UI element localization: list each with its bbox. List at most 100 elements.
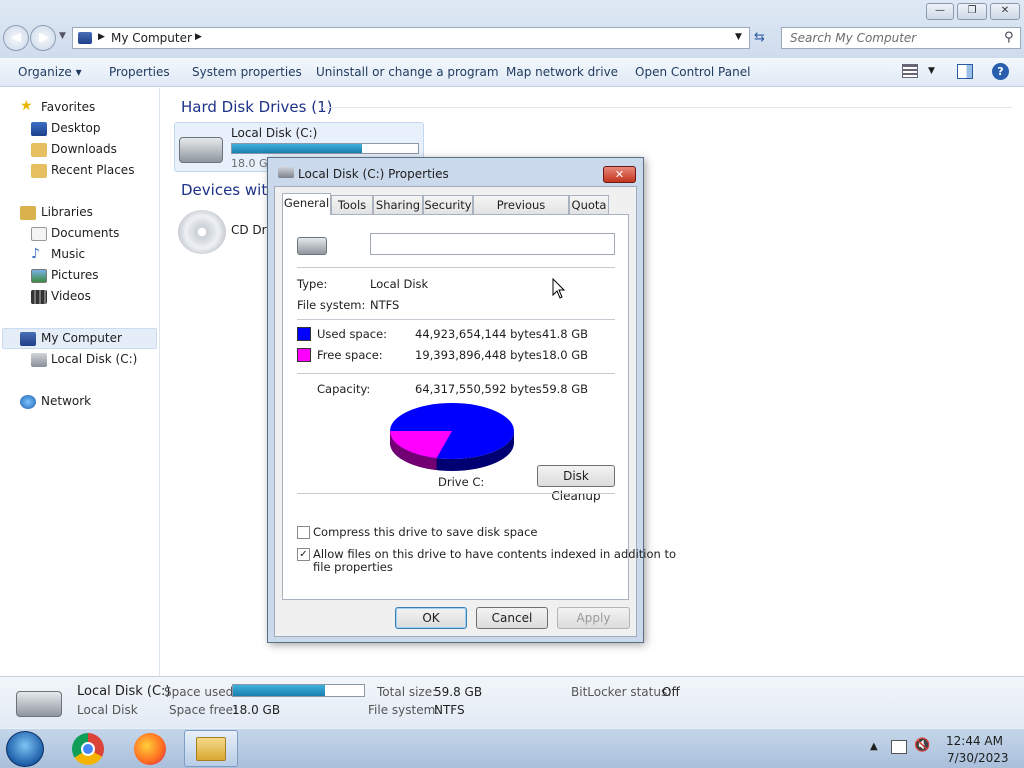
- clock-time[interactable]: 12:44 AM: [946, 734, 1003, 748]
- refresh-icon[interactable]: ⇆: [754, 30, 765, 45]
- firefox-icon[interactable]: [134, 733, 166, 765]
- nav-local-disk[interactable]: Local Disk (C:): [51, 349, 137, 369]
- cd-drive-icon: [178, 210, 226, 254]
- minimize-button[interactable]: —: [926, 3, 954, 20]
- favorites-star-icon: ★: [20, 98, 33, 114]
- nav-documents[interactable]: Documents: [51, 223, 119, 243]
- nav-recent-places[interactable]: Recent Places: [51, 160, 134, 180]
- ok-button[interactable]: OK: [395, 607, 467, 629]
- forward-button[interactable]: ▶: [30, 25, 56, 51]
- nav-videos[interactable]: Videos: [51, 286, 91, 306]
- drive-usage-bar: [231, 143, 419, 154]
- my-computer-icon: [20, 332, 36, 346]
- breadcrumb-arrow-icon[interactable]: ▶: [98, 32, 105, 42]
- tab-security[interactable]: Security: [423, 195, 473, 214]
- capacity-gb: 59.8 GB: [542, 382, 589, 396]
- address-dropdown-icon[interactable]: ▼: [735, 32, 742, 42]
- recent-places-icon: [31, 164, 47, 178]
- tab-sharing[interactable]: Sharing: [373, 195, 423, 214]
- dialog-body: General Tools Sharing Security Previous …: [274, 186, 676, 637]
- drive-title-icon: [278, 167, 294, 178]
- space-used-label: Space used:: [164, 685, 238, 699]
- index-checkbox[interactable]: ✓: [297, 548, 310, 561]
- explorer-taskbar-button[interactable]: [184, 730, 238, 767]
- disk-cleanup-button[interactable]: Disk Cleanup: [537, 465, 615, 503]
- devices-removable-header[interactable]: Devices with: [181, 181, 277, 199]
- title-bar: — ❐ ✕ ◀ ▶ ▼ ▶ My Computer ▶ ▼ ⇆ Search M…: [0, 0, 1024, 58]
- start-button[interactable]: [6, 731, 44, 767]
- nav-music[interactable]: Music: [51, 244, 85, 264]
- command-bar: Organize ▾ Properties System properties …: [0, 58, 1024, 87]
- cancel-button[interactable]: Cancel: [476, 607, 548, 629]
- view-options-icon[interactable]: [902, 64, 918, 78]
- tab-previous-versions[interactable]: Previous Versions: [473, 195, 569, 230]
- local-disk-icon: [31, 353, 47, 367]
- free-space-swatch: [297, 348, 311, 362]
- map-network-drive-button[interactable]: Map network drive: [506, 65, 618, 79]
- general-tab-panel: Type: Local Disk File system: NTFS Used …: [282, 214, 676, 600]
- tab-quota[interactable]: Quota: [569, 195, 609, 214]
- folder-icon: [196, 737, 226, 761]
- volume-muted-icon[interactable]: 🔇: [914, 738, 930, 753]
- apply-button[interactable]: Apply: [557, 607, 630, 629]
- details-usage-fill: [233, 685, 325, 696]
- free-space-label: Free space:: [317, 348, 383, 362]
- tab-tools[interactable]: Tools: [331, 195, 373, 214]
- separator: [297, 493, 615, 494]
- help-icon[interactable]: ?: [992, 63, 1009, 80]
- desktop-icon: [31, 122, 47, 136]
- details-drive-name: Local Disk (C:): [77, 684, 171, 699]
- uninstall-program-button[interactable]: Uninstall or change a program: [316, 65, 499, 79]
- drive-name-input[interactable]: [370, 233, 615, 255]
- nav-desktop[interactable]: Desktop: [51, 118, 101, 138]
- hard-disk-drives-header[interactable]: Hard Disk Drives (1): [181, 98, 332, 116]
- network-status-icon[interactable]: [891, 740, 907, 754]
- space-free-value: 18.0 GB: [232, 703, 281, 717]
- show-hidden-icons[interactable]: ▲: [870, 741, 878, 752]
- search-icon[interactable]: ⚲: [1004, 30, 1014, 45]
- used-space-swatch: [297, 327, 311, 341]
- computer-icon: [78, 32, 92, 44]
- maximize-button[interactable]: ❐: [957, 3, 987, 20]
- capacity-bytes: 64,317,550,592 bytes: [415, 382, 542, 396]
- nav-pictures[interactable]: Pictures: [51, 265, 99, 285]
- preview-pane-icon[interactable]: [957, 64, 973, 79]
- dialog-close-button[interactable]: ✕: [603, 166, 636, 183]
- group-divider: [322, 107, 1012, 108]
- breadcrumb-arrow-icon[interactable]: ▶: [195, 32, 202, 42]
- close-button[interactable]: ✕: [990, 3, 1020, 20]
- nav-network[interactable]: Network: [41, 391, 91, 411]
- separator: [297, 373, 615, 374]
- nav-my-computer[interactable]: My Computer: [41, 328, 122, 348]
- open-control-panel-button[interactable]: Open Control Panel: [635, 65, 750, 79]
- compress-label: Compress this drive to save disk space: [313, 525, 538, 539]
- address-bar[interactable]: ▶ My Computer ▶ ▼: [72, 27, 750, 49]
- file-system-label: File system:: [297, 298, 366, 312]
- search-input[interactable]: Search My Computer ⚲: [781, 27, 1021, 49]
- nav-favorites[interactable]: Favorites: [41, 97, 95, 117]
- separator: [297, 267, 615, 268]
- details-drive-type: Local Disk: [77, 703, 138, 717]
- nav-downloads[interactable]: Downloads: [51, 139, 117, 159]
- used-space-gb: 41.8 GB: [542, 327, 589, 341]
- compress-checkbox[interactable]: [297, 526, 310, 539]
- view-dropdown-icon[interactable]: ▼: [928, 66, 935, 76]
- used-space-bytes: 44,923,654,144 bytes: [415, 327, 542, 341]
- chrome-icon[interactable]: [72, 733, 104, 765]
- documents-icon: [31, 227, 47, 241]
- drive-usage-fill: [232, 144, 363, 153]
- tab-general[interactable]: General: [282, 193, 331, 215]
- recent-pages-icon[interactable]: ▼: [59, 31, 66, 41]
- organize-button[interactable]: Organize ▾: [18, 65, 82, 79]
- nav-libraries[interactable]: Libraries: [41, 202, 93, 222]
- bitlocker-value: Off: [662, 685, 680, 699]
- bitlocker-label: BitLocker status:: [571, 685, 672, 699]
- back-button[interactable]: ◀: [3, 25, 29, 51]
- index-label-line2: file properties: [313, 560, 393, 574]
- total-size-label: Total size:: [377, 685, 437, 699]
- file-system-value: NTFS: [370, 298, 400, 312]
- properties-button[interactable]: Properties: [109, 65, 170, 79]
- system-properties-button[interactable]: System properties: [192, 65, 302, 79]
- clock-date[interactable]: 7/30/2023: [947, 751, 1009, 765]
- hard-drive-icon: [179, 137, 223, 163]
